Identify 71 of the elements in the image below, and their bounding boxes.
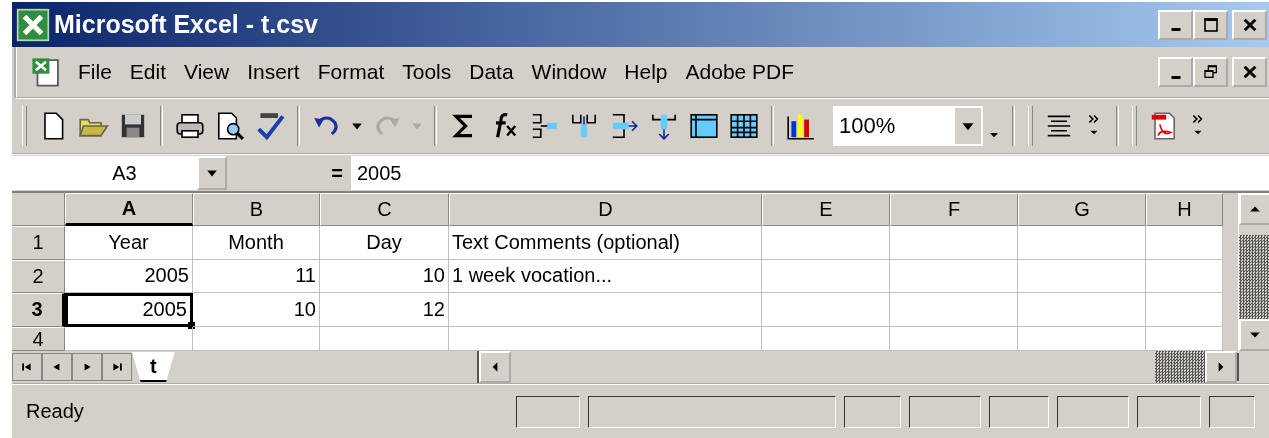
sheet-navigation-button[interactable]	[72, 353, 102, 381]
row-header[interactable]: 4	[12, 326, 65, 351]
menu-item[interactable]: Help	[624, 60, 668, 84]
minimize-button[interactable]	[1158, 9, 1193, 40]
status-panel	[989, 395, 1049, 428]
spelling-check-icon[interactable]	[254, 110, 286, 142]
spreadsheet-app-icon	[16, 7, 50, 42]
row-header[interactable]: 3	[12, 293, 65, 327]
maximize-button[interactable]	[1193, 9, 1228, 40]
zoom-combo[interactable]: 100%	[833, 106, 983, 146]
triangle-icon	[21, 361, 33, 373]
sheet-tab[interactable]: t	[132, 352, 175, 382]
status-panel	[1137, 395, 1201, 428]
name-box[interactable]: A3	[12, 156, 227, 190]
triangle-icon	[111, 361, 123, 373]
scroll-thumb[interactable]	[1239, 235, 1269, 319]
table-cell: Year	[65, 226, 193, 260]
menu-item[interactable]: Adobe PDF	[685, 60, 795, 84]
maximize-icon	[1202, 16, 1219, 33]
sheet-navigation-button[interactable]	[12, 353, 42, 381]
status-panel	[844, 395, 901, 428]
close-icon	[1241, 64, 1258, 80]
minimize-button[interactable]	[1158, 57, 1193, 87]
column-header[interactable]: F	[890, 193, 1018, 226]
menu-item[interactable]: File	[78, 60, 112, 84]
status-panel	[1209, 395, 1255, 428]
vertical-scrollbar[interactable]	[1238, 193, 1269, 351]
table-cell: 12	[320, 293, 449, 327]
table-cell: 2005	[65, 259, 193, 293]
table-cell: Month	[193, 226, 320, 260]
menu-item[interactable]: Format	[317, 60, 385, 84]
table-cell: 11	[193, 259, 320, 293]
table-cell: Text Comments (optional)	[449, 226, 762, 260]
sheet-navigation-button[interactable]	[102, 353, 132, 381]
menu-item[interactable]: View	[184, 60, 230, 84]
column-header[interactable]: H	[1146, 193, 1223, 226]
table-cell: 1 week vocation...	[449, 259, 762, 293]
menu-item[interactable]: Data	[469, 60, 514, 84]
row-header[interactable]: 2	[12, 259, 65, 293]
horizontal-scrollbar[interactable]	[476, 351, 1237, 383]
table-cell: 2005	[65, 293, 193, 327]
sheet-navigation-button[interactable]	[42, 353, 72, 381]
column-header[interactable]: C	[320, 193, 449, 226]
formula-equals-sign: =	[330, 161, 344, 185]
column-header[interactable]: B	[193, 193, 320, 226]
menu-item[interactable]: Tools	[402, 60, 452, 84]
menu-item[interactable]: Window	[531, 60, 607, 84]
formula-field[interactable]: 2005	[351, 156, 1269, 190]
status-panel	[1057, 395, 1129, 428]
row-header[interactable]: 1	[12, 226, 65, 260]
status-text: Ready	[26, 400, 85, 423]
minimize-icon	[1170, 75, 1181, 79]
restore-icon	[1202, 64, 1219, 80]
table-cell: 10	[193, 293, 320, 327]
close-button[interactable]	[1232, 9, 1267, 40]
menu-item[interactable]: Edit	[129, 60, 167, 84]
table-cell: 10	[320, 259, 449, 293]
status-panel	[516, 395, 580, 428]
column-header[interactable]: E	[762, 193, 890, 226]
close-button[interactable]	[1232, 57, 1267, 87]
restore-button[interactable]	[1193, 57, 1228, 87]
scroll-thumb[interactable]	[1155, 351, 1205, 383]
column-header[interactable]: G	[1018, 193, 1146, 226]
menu-item[interactable]: Insert	[247, 60, 300, 84]
column-header[interactable]: A	[65, 193, 193, 226]
close-icon	[1241, 16, 1258, 33]
minimize-icon	[1170, 28, 1181, 31]
column-header[interactable]: D	[449, 193, 762, 226]
window-title: Microsoft Excel - t.csv	[54, 10, 318, 39]
status-panel	[909, 395, 981, 428]
table-cell: Day	[320, 226, 449, 260]
